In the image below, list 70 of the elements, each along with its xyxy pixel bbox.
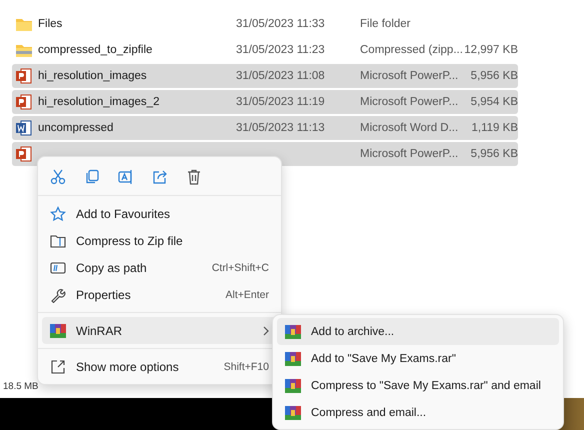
share-icon[interactable] — [152, 169, 168, 185]
file-type: Microsoft PowerP... — [360, 148, 458, 160]
date-modified: 31/05/2023 11:08 — [236, 70, 325, 82]
presentation-file-icon — [16, 146, 32, 162]
date-modified: 31/05/2023 11:33 — [236, 18, 325, 30]
winrar-icon — [285, 404, 301, 420]
menu-item-label: WinRAR — [76, 324, 124, 338]
file-name: hi_resolution_images — [38, 70, 147, 82]
file-size: 1,119 KB — [472, 122, 518, 134]
submenu-item[interactable]: Compress and email... — [277, 399, 559, 426]
date-modified: 31/05/2023 11:19 — [236, 96, 325, 108]
menu-item[interactable]: Show more options Shift+F10 — [42, 353, 277, 380]
submenu-item-label: Compress to "Save My Exams.rar" and email — [311, 380, 541, 392]
expand-icon — [50, 358, 66, 374]
winrar-icon — [285, 378, 301, 394]
rename-icon[interactable] — [118, 169, 134, 185]
submenu-item-label: Compress and email... — [311, 406, 426, 418]
document-file-icon — [16, 120, 32, 136]
submenu-item-label: Add to archive... — [311, 326, 394, 338]
shortcut-text: Ctrl+Shift+C — [212, 262, 269, 274]
file-size: 5,954 KB — [470, 96, 518, 108]
menu-item[interactable]: Properties Alt+Enter — [42, 281, 277, 308]
shortcut-text: Shift+F10 — [224, 360, 269, 372]
status-text: 18.5 MB — [3, 381, 38, 392]
selected-file-row[interactable]: hi_resolution_images 31/05/2023 11:08 Microsoft PowerP... 5,956 KB — [12, 64, 518, 88]
date-modified: 31/05/2023 11:13 — [236, 122, 325, 134]
selected-file-row[interactable]: hi_resolution_images_2 31/05/2023 11:19 Microsoft PowerP... 5,954 KB — [12, 90, 518, 114]
submenu-item[interactable]: Add to archive... — [277, 318, 559, 345]
folder-icon — [16, 17, 32, 31]
presentation-file-icon — [16, 68, 32, 84]
delete-icon[interactable] — [186, 169, 202, 185]
file-name: compressed_to_zipfile — [38, 44, 152, 56]
path-icon — [50, 260, 66, 276]
menu-item-label: Copy as path — [76, 260, 148, 274]
selected-file-row[interactable]: uncompressed 31/05/2023 11:13 Microsoft Word D... 1,119 KB — [12, 116, 518, 140]
file-name: uncompressed — [38, 122, 114, 134]
file-size: 5,956 KB — [470, 70, 518, 82]
submenu-item[interactable]: Add to "Save My Exams.rar" — [277, 345, 559, 372]
winrar-icon — [285, 324, 301, 340]
cut-icon[interactable] — [50, 169, 66, 185]
file-name: Files — [38, 18, 62, 30]
menu-item-label: Compress to Zip file — [76, 234, 184, 248]
menu-item-label: Show more options — [76, 360, 180, 374]
submenu-item[interactable]: Compress to "Save My Exams.rar" and email — [277, 372, 559, 399]
zipped-folder-icon — [50, 232, 66, 248]
presentation-file-icon — [16, 94, 32, 110]
menu-item[interactable]: Compress to Zip file — [42, 227, 277, 254]
file-row[interactable]: Files 31/05/2023 11:33 File folder — [12, 12, 518, 36]
file-name: hi_resolution_images_2 — [38, 96, 160, 108]
wrench-icon — [50, 286, 66, 302]
menu-item[interactable]: Copy as path Ctrl+Shift+C — [42, 254, 277, 281]
file-type: File folder — [360, 18, 410, 30]
file-size: 5,956 KB — [470, 148, 518, 160]
zipped-folder-icon — [16, 43, 32, 57]
winrar-icon — [50, 322, 66, 338]
copy-icon[interactable] — [84, 169, 100, 185]
submenu-item-label: Add to "Save My Exams.rar" — [311, 352, 456, 364]
winrar-icon — [285, 350, 301, 366]
menu-item-label: Add to Favourites — [76, 206, 172, 220]
file-type: Microsoft PowerP... — [360, 70, 458, 82]
date-modified: 31/05/2023 11:23 — [236, 44, 325, 56]
file-type: Microsoft PowerP... — [360, 96, 458, 108]
file-type: Compressed (zipp... — [360, 44, 463, 56]
file-size: 12,997 KB — [464, 44, 518, 56]
star-icon — [50, 206, 66, 222]
menu-item[interactable]: Add to Favourites — [42, 200, 277, 227]
file-row[interactable]: compressed_to_zipfile 31/05/2023 11:23 Compressed (zipp...12,997 KB — [12, 38, 518, 62]
shortcut-text: Alt+Enter — [226, 288, 269, 300]
file-type: Microsoft Word D... — [360, 122, 458, 134]
menu-item-label: Properties — [76, 288, 132, 302]
